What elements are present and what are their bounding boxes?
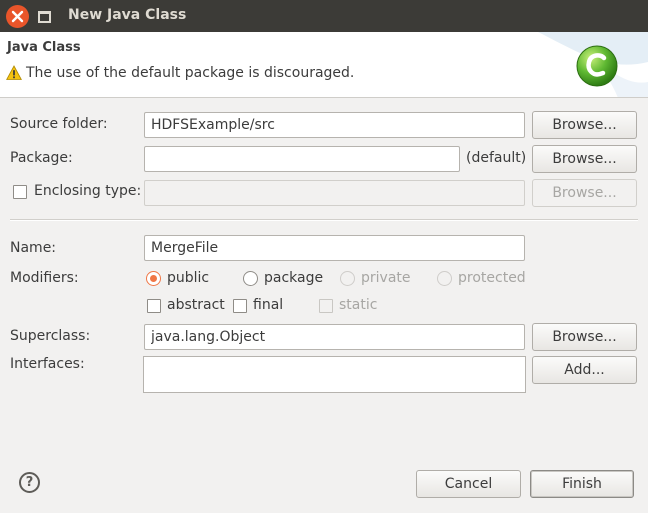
- modifier-private-label: private: [361, 270, 411, 286]
- warning-icon: [6, 65, 22, 80]
- package-input[interactable]: [144, 146, 460, 172]
- warning-text: The use of the default package is discou…: [26, 65, 355, 81]
- modifier-public-radio[interactable]: [146, 271, 161, 286]
- warning-message: The use of the default package is discou…: [6, 65, 354, 81]
- close-icon: [11, 10, 24, 23]
- page-title: Java Class: [7, 40, 81, 55]
- cancel-button[interactable]: Cancel: [416, 470, 521, 498]
- modifier-private-radio[interactable]: [340, 271, 355, 286]
- close-window-button[interactable]: [6, 5, 29, 28]
- enclosing-type-checkbox[interactable]: [13, 185, 27, 199]
- section-separator: [10, 219, 638, 221]
- superclass-browse-button[interactable]: Browse...: [532, 323, 637, 351]
- source-folder-label: Source folder:: [10, 116, 108, 132]
- enclosing-type-input[interactable]: [144, 180, 525, 206]
- window-titlebar: New Java Class: [0, 0, 648, 32]
- modifier-public-label: public: [167, 270, 210, 286]
- interfaces-label: Interfaces:: [10, 356, 85, 372]
- finish-button[interactable]: Finish: [530, 470, 634, 498]
- modifier-protected-label: protected: [458, 270, 526, 286]
- interfaces-add-button[interactable]: Add...: [532, 356, 637, 384]
- wizard-header: Java Class The use of the default packag…: [0, 32, 648, 98]
- static-label: static: [339, 297, 378, 313]
- header-decoration: [538, 32, 648, 97]
- maximize-window-button[interactable]: [34, 7, 54, 27]
- enclosing-type-browse-button[interactable]: Browse...: [532, 179, 637, 207]
- final-label: final: [253, 297, 284, 313]
- name-label: Name:: [10, 240, 57, 256]
- modifier-package-label: package: [264, 270, 324, 286]
- window-title: New Java Class: [68, 7, 187, 23]
- package-default-label: (default): [466, 150, 527, 166]
- abstract-label: abstract: [167, 297, 225, 313]
- modifiers-label: Modifiers:: [10, 270, 79, 286]
- superclass-label: Superclass:: [10, 328, 91, 344]
- package-browse-button[interactable]: Browse...: [532, 145, 637, 173]
- help-icon[interactable]: ?: [19, 472, 40, 493]
- interfaces-list[interactable]: [143, 356, 526, 393]
- modifier-protected-radio[interactable]: [437, 271, 452, 286]
- java-class-logo-icon: [576, 45, 618, 87]
- name-input[interactable]: [144, 235, 525, 261]
- modifier-package-radio[interactable]: [243, 271, 258, 286]
- package-label: Package:: [10, 150, 73, 166]
- source-folder-input[interactable]: [144, 112, 525, 138]
- enclosing-type-label: Enclosing type:: [34, 183, 142, 199]
- static-checkbox[interactable]: [319, 299, 333, 313]
- final-checkbox[interactable]: [233, 299, 247, 313]
- source-folder-browse-button[interactable]: Browse...: [532, 111, 637, 139]
- maximize-icon: [37, 11, 51, 23]
- superclass-input[interactable]: [144, 324, 525, 350]
- abstract-checkbox[interactable]: [147, 299, 161, 313]
